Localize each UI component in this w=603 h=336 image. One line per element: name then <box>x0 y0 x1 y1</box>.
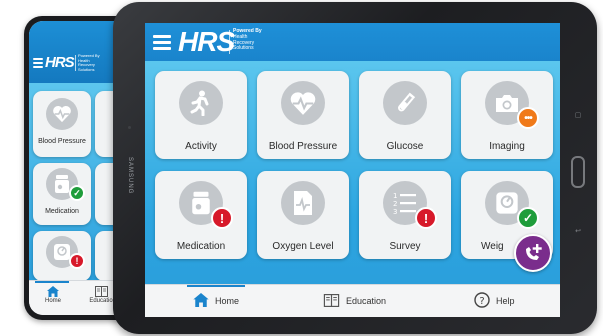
nav-home[interactable]: Home <box>193 285 239 317</box>
tile-activity[interactable]: Activity <box>155 71 247 159</box>
nav-help[interactable]: ? Help <box>474 285 515 317</box>
tablet-screen: HRS Powered By Health Recovery Solutions… <box>145 23 560 317</box>
app-logo: HRS <box>178 26 235 57</box>
more-badge-icon: ••• <box>517 107 539 129</box>
alert-badge-icon: ! <box>415 207 437 229</box>
home-icon <box>193 293 209 309</box>
logo-divider <box>75 55 76 71</box>
svg-text:3: 3 <box>393 208 397 215</box>
check-badge-icon: ✓ <box>517 207 539 229</box>
svg-text:1: 1 <box>393 192 397 200</box>
tile-label: Survey <box>389 241 421 252</box>
tile-label: Glucose <box>386 141 424 152</box>
tile-label: Imaging <box>489 141 525 152</box>
tile-survey[interactable]: 123 ! Survey <box>359 171 451 259</box>
tile-label: Oxygen Level <box>272 241 334 252</box>
nav-help-label: Help <box>496 296 515 306</box>
phone-tab-home[interactable]: Home <box>29 283 77 313</box>
phone-logo: HRS <box>45 54 75 71</box>
front-camera <box>128 126 131 129</box>
menu-icon[interactable] <box>33 58 43 68</box>
phone-tile-label: Medication <box>45 208 79 215</box>
help-icon: ? <box>474 292 490 310</box>
tile-grid: Activity Blood Pressure Glucose ••• Imag… <box>145 61 560 285</box>
logo-tagline: Powered By Health Recovery Solutions <box>233 28 262 52</box>
walking-person-icon <box>179 81 223 125</box>
svg-text:2: 2 <box>393 200 397 208</box>
phone-tile-weight[interactable]: ! <box>33 231 91 281</box>
hardware-home-button[interactable] <box>571 156 585 188</box>
tile-oxygen-level[interactable]: Oxygen Level <box>257 171 349 259</box>
svg-text:?: ? <box>479 296 484 307</box>
tile-imaging[interactable]: ••• Imaging <box>461 71 553 159</box>
alert-badge-icon: ! <box>69 253 85 269</box>
heart-pulse-icon <box>46 98 78 130</box>
book-icon <box>94 286 108 297</box>
pulse-document-icon <box>281 181 325 225</box>
home-icon <box>47 286 59 297</box>
phone-tile-label: Blood Pressure <box>38 138 86 145</box>
app-header: HRS Powered By Health Recovery Solutions <box>145 23 560 61</box>
heart-pulse-icon <box>281 81 325 125</box>
phone-tile-blood-pressure[interactable]: Blood Pressure <box>33 91 91 157</box>
bottom-nav: Home Education ? Help <box>145 284 560 317</box>
menu-icon[interactable] <box>153 35 171 50</box>
nav-education[interactable]: Education <box>323 285 386 317</box>
tile-label: Blood Pressure <box>268 141 338 152</box>
add-call-icon <box>526 244 542 260</box>
alert-badge-icon: ! <box>211 207 233 229</box>
logo-divider <box>229 30 230 54</box>
phone-logo-tagline: Powered By Health Recovery Solutions <box>78 53 100 72</box>
check-badge-icon: ✓ <box>69 185 85 201</box>
nav-education-label: Education <box>346 296 387 306</box>
nav-home-label: Home <box>215 296 240 306</box>
book-icon <box>323 293 340 309</box>
add-call-button[interactable] <box>514 234 552 272</box>
back-key-icon[interactable]: ↩ <box>574 228 582 235</box>
tile-blood-pressure[interactable]: Blood Pressure <box>257 71 349 159</box>
test-tube-icon <box>383 81 427 125</box>
tile-label: Medication <box>176 241 226 252</box>
recent-apps-key-icon[interactable]: ▢ <box>574 112 582 119</box>
phone-tab-label: Home <box>44 298 61 304</box>
tile-label: Activity <box>185 141 217 152</box>
samsung-logo: SAMSUNG <box>127 157 133 195</box>
phone-tile-medication[interactable]: ✓ Medication <box>33 163 91 225</box>
tile-glucose[interactable]: Glucose <box>359 71 451 159</box>
tile-medication[interactable]: ! Medication <box>155 171 247 259</box>
